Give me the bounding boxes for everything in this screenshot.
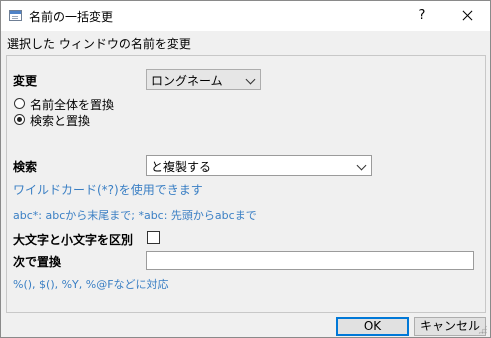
rename-dialog: 名前の一括変更 ? 選択した ウィンドウの名前を変更 変更 ロングネーム 名前全… — [0, 0, 491, 338]
replace-hint: %(), $(), %Y, %@Fなどに対応 — [13, 278, 169, 291]
case-sensitive-label: 大文字と小文字を区別 — [13, 233, 134, 247]
radio-replace-whole[interactable] — [14, 98, 25, 109]
search-combobox-value: と複製する — [151, 160, 212, 174]
window-icon — [9, 10, 22, 21]
title-bar[interactable]: 名前の一括変更 ? — [1, 1, 490, 31]
close-icon[interactable] — [450, 5, 484, 27]
chevron-down-icon[interactable] — [356, 160, 367, 171]
change-dropdown[interactable]: ロングネーム — [146, 69, 261, 90]
dialog-description: 選択した ウィンドウの名前を変更 — [7, 37, 191, 51]
wildcard-example: abc*: abcから末尾まで; *abc: 先頭からabcまで — [13, 209, 257, 222]
window-title: 名前の一括変更 — [29, 10, 114, 24]
change-dropdown-value: ロングネーム — [151, 74, 223, 88]
chevron-down-icon — [245, 74, 256, 85]
radio-search-replace-label[interactable]: 検索と置換 — [30, 112, 90, 129]
radio-search-replace[interactable] — [14, 114, 25, 125]
case-sensitive-checkbox[interactable] — [147, 231, 160, 244]
replace-with-input[interactable] — [146, 251, 474, 270]
ok-button[interactable]: OK — [336, 317, 409, 336]
search-combobox[interactable]: と複製する — [146, 155, 372, 176]
search-label: 検索 — [13, 160, 38, 174]
cancel-button[interactable]: キャンセル — [414, 317, 486, 336]
help-button[interactable]: ? — [407, 5, 437, 27]
change-label: 変更 — [13, 74, 38, 88]
wildcard-hint: ワイルドカード(*?)を使用できます — [13, 183, 203, 197]
replace-with-label: 次で置換 — [13, 255, 62, 269]
radio-replace-whole-label[interactable]: 名前全体を置換 — [30, 96, 114, 113]
